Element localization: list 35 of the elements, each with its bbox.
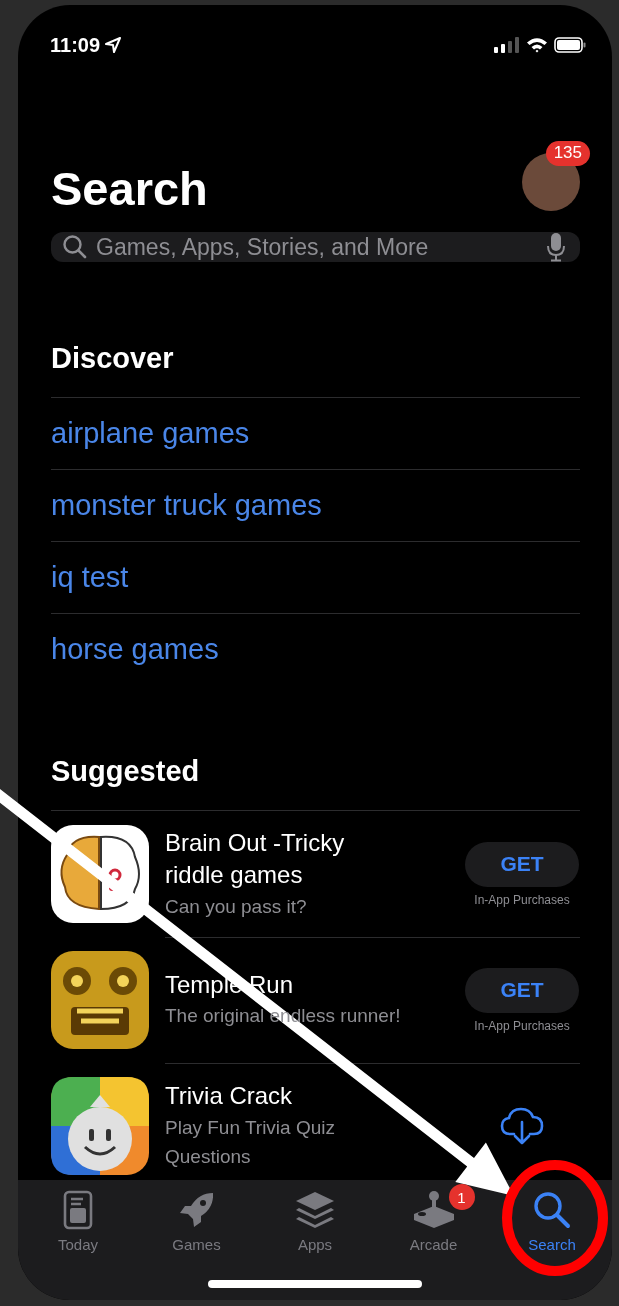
discover-link[interactable]: airplane games bbox=[51, 417, 250, 450]
discover-link[interactable]: horse games bbox=[51, 633, 219, 666]
get-button[interactable]: GET bbox=[465, 841, 579, 887]
search-field[interactable]: Games, Apps, Stories, and More bbox=[51, 232, 580, 262]
app-subtitle: Play Fun Trivia Quiz Questions bbox=[165, 1115, 336, 1170]
smiling-face-app-icon[interactable] bbox=[51, 1077, 149, 1175]
temple-idol-app-icon[interactable] bbox=[51, 951, 149, 1049]
get-button[interactable]: GET bbox=[465, 967, 579, 1013]
tab-item[interactable]: Apps bbox=[265, 1188, 365, 1253]
search-icon bbox=[62, 234, 88, 260]
discover-link[interactable]: iq test bbox=[51, 561, 129, 594]
app-name: Trivia Crack bbox=[165, 1081, 294, 1112]
signal-icon bbox=[494, 37, 520, 53]
notification-badge: 135 bbox=[545, 141, 590, 166]
tab-badge: 1 bbox=[448, 1184, 475, 1210]
section-heading: Discover bbox=[51, 342, 175, 376]
battery-icon bbox=[554, 37, 586, 53]
page-title: Search bbox=[51, 165, 208, 212]
app-subtitle: Can you pass it? bbox=[165, 894, 308, 919]
tab-item[interactable]: Search bbox=[502, 1188, 602, 1253]
in-app-purchases-note: In-App Purchases bbox=[474, 1018, 570, 1033]
in-app-purchases-note: In-App Purchases bbox=[474, 892, 570, 907]
microphone-icon[interactable] bbox=[546, 232, 566, 262]
today-icon bbox=[63, 1190, 93, 1230]
section-heading: Suggested bbox=[51, 755, 580, 811]
layers-icon bbox=[294, 1190, 336, 1230]
tab-item[interactable]: Today bbox=[28, 1188, 128, 1253]
wifi-icon bbox=[526, 37, 548, 53]
discover-link[interactable]: monster truck games bbox=[51, 489, 322, 522]
search-icon bbox=[532, 1190, 572, 1230]
status-time: 11:09 bbox=[50, 33, 101, 57]
location-arrow-icon bbox=[104, 36, 123, 54]
tab-item[interactable]: Games bbox=[146, 1188, 247, 1253]
cloud-download-icon[interactable] bbox=[500, 1106, 544, 1146]
app-name: Brain Out -Tricky riddle games bbox=[165, 827, 346, 891]
